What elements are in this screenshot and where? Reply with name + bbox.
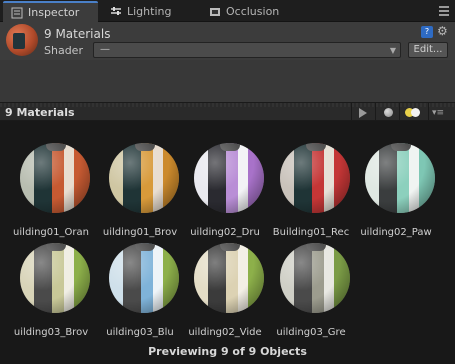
tab-label: Lighting [127,5,172,18]
lighting-icon [110,6,122,18]
material-preview[interactable]: uilding02_Vide [180,227,270,338]
material-preview[interactable]: uilding02_Dru [180,127,270,238]
chevron-down-icon: ▼ [389,46,396,55]
material-label: uilding02_Paw [360,227,432,238]
occlusion-icon [209,6,221,18]
material-preview[interactable]: uilding01_Brov [95,127,185,238]
material-sphere [280,143,350,213]
material-thumbnail [6,24,38,56]
tab-label: Occlusion [226,5,280,18]
shader-label: Shader [44,44,83,57]
divider [428,103,429,121]
material-preview[interactable]: Building01_Rec [266,127,356,238]
material-sphere [280,243,350,313]
preview-sphere-icon[interactable] [384,108,393,117]
shader-dropdown[interactable]: — ▼ [93,42,401,58]
divider [399,103,400,121]
divider [351,103,352,121]
material-label: uilding03_Blu [106,327,174,338]
preview-title: 9 Materials [5,106,75,119]
play-icon[interactable] [359,108,367,118]
divider [375,103,376,121]
tab-label: Inspector [28,6,80,19]
tab-lighting[interactable]: Lighting [102,1,197,22]
edit-button[interactable]: Edit... [408,42,448,58]
material-label: uilding03_Gre [276,327,346,338]
shader-value: — [100,44,110,55]
material-preview[interactable]: uilding03_Gre [266,227,356,338]
material-sphere [20,143,90,213]
material-sphere [365,143,435,213]
material-sphere [109,243,179,313]
tab-inspector[interactable]: Inspector [3,1,98,22]
preview-light-icon[interactable] [405,108,421,117]
page-title: 9 Materials [44,27,111,41]
material-preview[interactable]: uilding03_Brov [6,227,96,338]
material-preview[interactable]: uilding01_Oran [6,127,96,238]
gear-icon[interactable]: ⚙ [437,25,448,37]
tab-occlusion[interactable]: Occlusion [201,1,301,22]
material-preview[interactable]: uilding02_Paw [351,127,441,238]
preview-footer: Previewing 9 of 9 Objects [148,345,307,358]
material-sphere [194,143,264,213]
material-label: uilding02_Vide [188,327,262,338]
material-sphere [109,143,179,213]
preview-menu-icon[interactable]: ▾≡ [432,109,444,118]
material-sphere [20,243,90,313]
material-sphere [194,243,264,313]
tab-bar: Inspector Lighting Occlusion [0,0,455,22]
material-preview[interactable]: uilding03_Blu [95,227,185,338]
material-label: uilding03_Brov [13,327,89,338]
inspector-header: 9 Materials Shader — ▼ Edit... ? ⚙ [0,22,455,60]
help-icon[interactable]: ? [421,26,433,38]
preview-toolbar: 9 Materials ▾≡ [0,102,455,121]
inspector-icon [11,7,23,19]
tab-menu-icon[interactable] [439,6,449,16]
